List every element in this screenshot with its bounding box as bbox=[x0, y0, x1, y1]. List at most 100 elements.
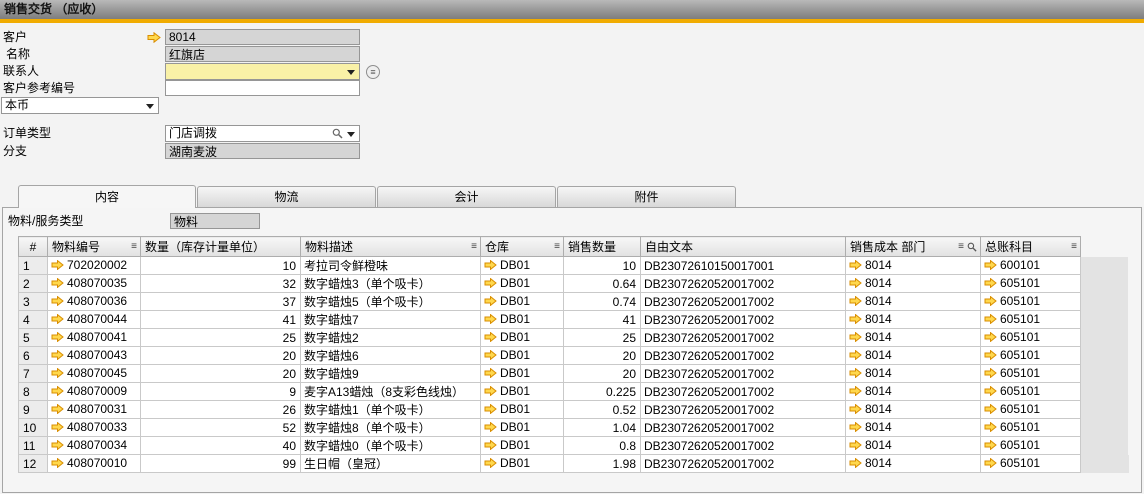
row-number-cell[interactable]: 7 bbox=[19, 365, 48, 383]
sales-qty-cell[interactable]: 1.04 bbox=[564, 419, 641, 437]
link-arrow-icon[interactable] bbox=[984, 313, 997, 327]
free-text-cell[interactable]: DB23072620520017002 bbox=[641, 401, 846, 419]
warehouse-cell[interactable]: DB01 bbox=[481, 311, 564, 329]
link-arrow-icon[interactable] bbox=[984, 295, 997, 309]
cost-center-cell[interactable]: 8014 bbox=[846, 311, 981, 329]
link-arrow-icon[interactable] bbox=[51, 313, 64, 327]
link-arrow-icon[interactable] bbox=[484, 439, 497, 453]
gl-account-cell[interactable]: 600101 bbox=[981, 257, 1081, 275]
search-icon[interactable] bbox=[967, 241, 977, 255]
customer-name-field[interactable] bbox=[165, 46, 360, 62]
order-type-combo[interactable]: 门店调拨 bbox=[165, 125, 360, 142]
col-header-gl-account[interactable]: 总账科目≡ bbox=[981, 237, 1081, 257]
sales-qty-cell[interactable]: 0.52 bbox=[564, 401, 641, 419]
link-arrow-icon[interactable] bbox=[51, 295, 64, 309]
column-filter-icon[interactable]: ≡ bbox=[1071, 240, 1077, 254]
link-arrow-icon[interactable] bbox=[849, 331, 862, 345]
contact-menu-button[interactable]: ≡ bbox=[366, 65, 380, 79]
quantity-cell[interactable]: 10 bbox=[141, 257, 301, 275]
chevron-down-icon[interactable] bbox=[347, 132, 355, 137]
branch-field[interactable] bbox=[165, 143, 360, 159]
row-number-cell[interactable]: 3 bbox=[19, 293, 48, 311]
free-text-cell[interactable]: DB23072620520017002 bbox=[641, 311, 846, 329]
sales-qty-cell[interactable]: 20 bbox=[564, 365, 641, 383]
row-number-cell[interactable]: 9 bbox=[19, 401, 48, 419]
customer-ref-field[interactable] bbox=[165, 80, 360, 96]
free-text-cell[interactable]: DB23072620520017002 bbox=[641, 437, 846, 455]
link-arrow-icon[interactable] bbox=[849, 349, 862, 363]
tab-attachments[interactable]: 附件 bbox=[557, 186, 736, 207]
column-filter-icon[interactable]: ≡ bbox=[958, 240, 964, 254]
free-text-cell[interactable]: DB23072620520017002 bbox=[641, 455, 846, 473]
gl-account-cell[interactable]: 605101 bbox=[981, 293, 1081, 311]
sales-qty-cell[interactable]: 0.225 bbox=[564, 383, 641, 401]
item-code-cell[interactable]: 408070045 bbox=[48, 365, 141, 383]
cost-center-cell[interactable]: 8014 bbox=[846, 257, 981, 275]
column-filter-icon[interactable]: ≡ bbox=[554, 240, 560, 254]
sales-qty-cell[interactable]: 25 bbox=[564, 329, 641, 347]
link-arrow-icon[interactable] bbox=[484, 421, 497, 435]
free-text-cell[interactable]: DB23072620520017002 bbox=[641, 347, 846, 365]
item-code-cell[interactable]: 408070010 bbox=[48, 455, 141, 473]
item-description-cell[interactable]: 数字蜡烛8（单个吸卡） bbox=[301, 419, 481, 437]
row-number-cell[interactable]: 6 bbox=[19, 347, 48, 365]
warehouse-cell[interactable]: DB01 bbox=[481, 383, 564, 401]
link-arrow-icon[interactable] bbox=[484, 457, 497, 471]
warehouse-cell[interactable]: DB01 bbox=[481, 329, 564, 347]
column-filter-icon[interactable]: ≡ bbox=[131, 240, 137, 254]
col-header-warehouse[interactable]: 仓库≡ bbox=[481, 237, 564, 257]
link-arrow-icon[interactable] bbox=[984, 331, 997, 345]
quantity-cell[interactable]: 32 bbox=[141, 275, 301, 293]
item-code-cell[interactable]: 408070033 bbox=[48, 419, 141, 437]
item-description-cell[interactable]: 数字蜡烛9 bbox=[301, 365, 481, 383]
tab-logistics[interactable]: 物流 bbox=[197, 186, 376, 207]
link-arrow-icon[interactable] bbox=[984, 421, 997, 435]
item-code-cell[interactable]: 408070043 bbox=[48, 347, 141, 365]
item-description-cell[interactable]: 生日帽（皇冠） bbox=[301, 455, 481, 473]
col-header-index[interactable]: # bbox=[19, 237, 48, 257]
gl-account-cell[interactable]: 605101 bbox=[981, 311, 1081, 329]
link-arrow-icon[interactable] bbox=[849, 385, 862, 399]
cost-center-cell[interactable]: 8014 bbox=[846, 293, 981, 311]
cost-center-cell[interactable]: 8014 bbox=[846, 437, 981, 455]
item-description-cell[interactable]: 考拉司令鲜橙味 bbox=[301, 257, 481, 275]
free-text-cell[interactable]: DB23072620520017002 bbox=[641, 293, 846, 311]
item-code-cell[interactable]: 408070031 bbox=[48, 401, 141, 419]
link-arrow-icon[interactable] bbox=[484, 331, 497, 345]
row-number-cell[interactable]: 12 bbox=[19, 455, 48, 473]
row-number-cell[interactable]: 2 bbox=[19, 275, 48, 293]
link-arrow-icon[interactable] bbox=[51, 457, 64, 471]
link-arrow-icon[interactable] bbox=[484, 349, 497, 363]
sales-qty-cell[interactable]: 41 bbox=[564, 311, 641, 329]
link-arrow-icon[interactable] bbox=[51, 367, 64, 381]
link-arrow-icon[interactable] bbox=[849, 421, 862, 435]
warehouse-cell[interactable]: DB01 bbox=[481, 401, 564, 419]
gl-account-cell[interactable]: 605101 bbox=[981, 275, 1081, 293]
quantity-cell[interactable]: 25 bbox=[141, 329, 301, 347]
link-arrow-icon[interactable] bbox=[51, 421, 64, 435]
link-arrow-icon[interactable] bbox=[849, 259, 862, 273]
item-code-cell[interactable]: 702020002 bbox=[48, 257, 141, 275]
free-text-cell[interactable]: DB23072620520017002 bbox=[641, 365, 846, 383]
link-arrow-icon[interactable] bbox=[484, 277, 497, 291]
currency-combo[interactable]: 本币 bbox=[1, 97, 159, 114]
link-arrow-icon[interactable] bbox=[484, 367, 497, 381]
warehouse-cell[interactable]: DB01 bbox=[481, 365, 564, 383]
cost-center-cell[interactable]: 8014 bbox=[846, 455, 981, 473]
link-arrow-icon[interactable] bbox=[984, 439, 997, 453]
cost-center-cell[interactable]: 8014 bbox=[846, 347, 981, 365]
gl-account-cell[interactable]: 605101 bbox=[981, 419, 1081, 437]
row-number-cell[interactable]: 5 bbox=[19, 329, 48, 347]
gl-account-cell[interactable]: 605101 bbox=[981, 329, 1081, 347]
gl-account-cell[interactable]: 605101 bbox=[981, 347, 1081, 365]
sales-qty-cell[interactable]: 20 bbox=[564, 347, 641, 365]
tab-contents[interactable]: 内容 bbox=[18, 185, 196, 208]
link-arrow-icon[interactable] bbox=[849, 403, 862, 417]
warehouse-cell[interactable]: DB01 bbox=[481, 419, 564, 437]
col-header-description[interactable]: 物料描述≡ bbox=[301, 237, 481, 257]
item-code-cell[interactable]: 408070036 bbox=[48, 293, 141, 311]
quantity-cell[interactable]: 20 bbox=[141, 365, 301, 383]
item-description-cell[interactable]: 数字蜡烛5（单个吸卡） bbox=[301, 293, 481, 311]
link-arrow-icon[interactable] bbox=[51, 349, 64, 363]
quantity-cell[interactable]: 20 bbox=[141, 347, 301, 365]
